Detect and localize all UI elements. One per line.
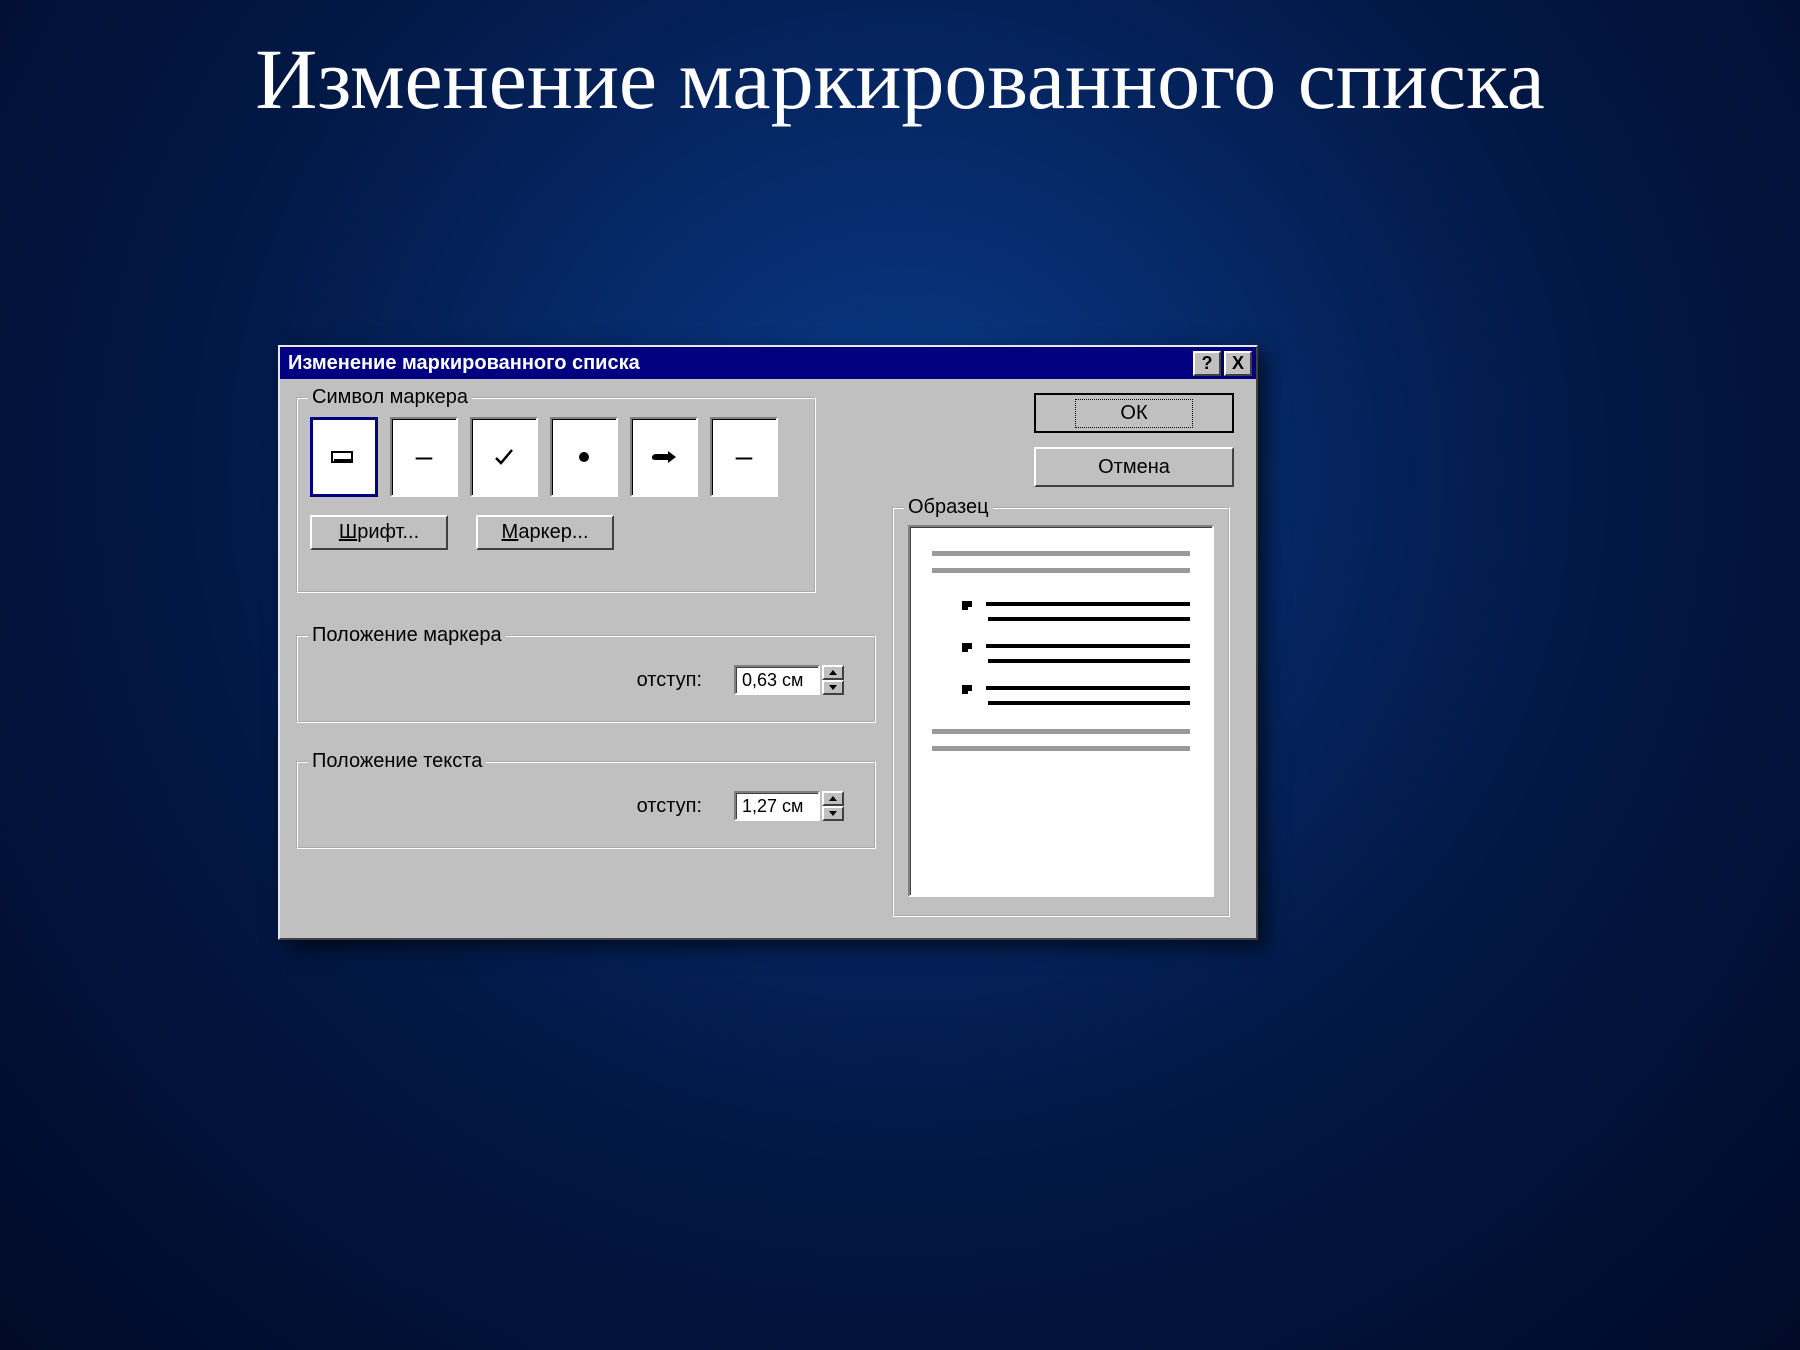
text-indent-input[interactable] — [734, 791, 820, 821]
arrow-down-icon — [829, 685, 837, 690]
hand-icon — [650, 448, 678, 466]
bullet-option-4[interactable] — [550, 417, 618, 497]
preview-bullet-icon — [962, 685, 972, 691]
label-indent-bullet: отступ: — [637, 669, 702, 692]
arrow-down-icon — [829, 811, 837, 816]
group-preview: Образец — [892, 507, 1230, 917]
bullet-option-6[interactable]: – — [710, 417, 778, 497]
preview-bullet-icon — [962, 643, 972, 649]
group-bullet-symbol: Символ маркера – – — [296, 397, 816, 593]
group-bullet-position: Положение маркера отступ: — [296, 635, 876, 723]
close-button[interactable]: X — [1224, 351, 1252, 376]
bullet-indent-up[interactable] — [822, 665, 844, 680]
bullet-indent-down[interactable] — [822, 680, 844, 695]
bullet-option-2[interactable]: – — [390, 417, 458, 497]
dot-icon — [577, 450, 591, 464]
dialog-title: Изменение маркированного списка — [288, 352, 1190, 375]
bullet-option-3[interactable] — [470, 417, 538, 497]
label-indent-text: отступ: — [637, 795, 702, 818]
titlebar: Изменение маркированного списка ? X — [280, 347, 1256, 379]
group-label-preview: Образец — [904, 496, 993, 519]
preview-bullet-icon — [962, 601, 972, 607]
ok-button[interactable]: ОК — [1034, 393, 1234, 433]
font-button[interactable]: Шрифт... — [310, 515, 448, 550]
group-label-bullet-position: Положение маркера — [308, 624, 506, 647]
help-button[interactable]: ? — [1193, 351, 1221, 376]
check-icon — [493, 446, 515, 468]
bullet-rect-icon — [331, 449, 357, 465]
group-label-text-position: Положение текста — [308, 750, 486, 773]
group-label-bullet-symbol: Символ маркера — [308, 386, 472, 409]
preview-panel — [908, 525, 1214, 897]
bullet-option-5[interactable] — [630, 417, 698, 497]
dialog-window: Изменение маркированного списка ? X Симв… — [278, 345, 1258, 940]
slide-title: Изменение маркированного списка — [0, 0, 1800, 129]
bullet-indent-input[interactable] — [734, 665, 820, 695]
group-text-position: Положение текста отступ: — [296, 761, 876, 849]
text-indent-up[interactable] — [822, 791, 844, 806]
arrow-up-icon — [829, 670, 837, 675]
arrow-up-icon — [829, 796, 837, 801]
text-indent-down[interactable] — [822, 806, 844, 821]
marker-button[interactable]: Маркер... — [476, 515, 614, 550]
bullet-option-1[interactable] — [310, 417, 378, 497]
cancel-button[interactable]: Отмена — [1034, 447, 1234, 487]
